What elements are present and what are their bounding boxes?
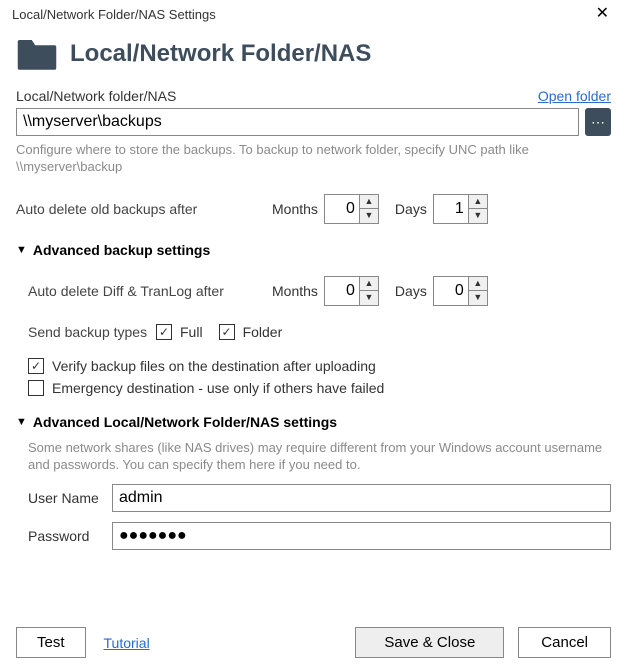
browse-button[interactable]: ⋯ <box>585 108 611 136</box>
dialog-header: Local/Network Folder/NAS <box>0 28 627 88</box>
dialog-title: Local/Network Folder/NAS <box>70 40 371 68</box>
diff-days-label: Days <box>395 283 427 299</box>
full-checkbox[interactable]: ✓ <box>156 324 172 340</box>
months-spinner[interactable]: ▲ ▼ <box>324 194 379 224</box>
months-label: Months <box>272 201 318 217</box>
folder-checkbox[interactable]: ✓ <box>219 324 235 340</box>
path-input[interactable] <box>16 108 579 136</box>
diff-months-spinner[interactable]: ▲ ▼ <box>324 276 379 306</box>
test-button[interactable]: Test <box>16 627 86 658</box>
save-close-button[interactable]: Save & Close <box>355 627 504 658</box>
advanced-backup-section: ▼ Advanced backup settings Auto delete D… <box>0 242 627 396</box>
spin-up-icon[interactable]: ▲ <box>469 195 487 209</box>
spin-up-icon[interactable]: ▲ <box>360 277 378 291</box>
chevron-down-icon: ▼ <box>16 244 27 256</box>
tutorial-link[interactable]: Tutorial <box>104 635 150 651</box>
auto-delete-section: Auto delete old backups after Months ▲ ▼… <box>0 194 627 224</box>
days-input[interactable] <box>433 194 469 224</box>
full-label: Full <box>180 324 203 340</box>
chevron-down-icon: ▼ <box>16 416 27 428</box>
password-label: Password <box>28 528 112 544</box>
send-types-label: Send backup types <box>28 324 156 340</box>
path-hint: Configure where to store the backups. To… <box>16 142 611 176</box>
diff-days-input[interactable] <box>433 276 469 306</box>
path-label: Local/Network folder/NAS <box>16 88 176 104</box>
password-input[interactable] <box>112 522 611 550</box>
cancel-button[interactable]: Cancel <box>518 627 611 658</box>
spin-down-icon[interactable]: ▼ <box>360 291 378 305</box>
advanced-nas-title: Advanced Local/Network Folder/NAS settin… <box>33 414 337 430</box>
title-bar: Local/Network Folder/NAS Settings ✕ <box>0 0 627 28</box>
months-input[interactable] <box>324 194 360 224</box>
advanced-nas-toggle[interactable]: ▼ Advanced Local/Network Folder/NAS sett… <box>16 414 611 430</box>
path-section: Local/Network folder/NAS Open folder ⋯ C… <box>0 88 627 176</box>
ellipsis-icon: ⋯ <box>591 114 605 131</box>
days-label: Days <box>395 201 427 217</box>
days-spinner[interactable]: ▲ ▼ <box>433 194 488 224</box>
spin-down-icon[interactable]: ▼ <box>469 209 487 223</box>
window-title: Local/Network Folder/NAS Settings <box>12 7 216 22</box>
diff-months-label: Months <box>272 283 318 299</box>
spin-down-icon[interactable]: ▼ <box>469 291 487 305</box>
advanced-backup-toggle[interactable]: ▼ Advanced backup settings <box>16 242 611 258</box>
open-folder-link[interactable]: Open folder <box>538 88 611 104</box>
username-input[interactable] <box>112 484 611 512</box>
folder-label: Folder <box>243 324 283 340</box>
diff-days-spinner[interactable]: ▲ ▼ <box>433 276 488 306</box>
advanced-backup-title: Advanced backup settings <box>33 242 210 258</box>
verify-checkbox[interactable]: ✓ <box>28 358 44 374</box>
username-label: User Name <box>28 490 112 506</box>
close-icon[interactable]: ✕ <box>590 4 615 24</box>
spin-up-icon[interactable]: ▲ <box>469 277 487 291</box>
verify-label: Verify backup files on the destination a… <box>52 358 376 374</box>
spin-up-icon[interactable]: ▲ <box>360 195 378 209</box>
diff-months-input[interactable] <box>324 276 360 306</box>
spin-down-icon[interactable]: ▼ <box>360 209 378 223</box>
nas-hint: Some network shares (like NAS drives) ma… <box>28 440 611 474</box>
diff-label: Auto delete Diff & TranLog after <box>28 283 256 299</box>
folder-icon <box>16 36 58 72</box>
advanced-nas-section: ▼ Advanced Local/Network Folder/NAS sett… <box>0 414 627 550</box>
auto-delete-label: Auto delete old backups after <box>16 201 256 217</box>
emergency-checkbox[interactable] <box>28 380 44 396</box>
emergency-label: Emergency destination - use only if othe… <box>52 380 384 396</box>
dialog-footer: Test Tutorial Save & Close Cancel <box>16 627 611 658</box>
